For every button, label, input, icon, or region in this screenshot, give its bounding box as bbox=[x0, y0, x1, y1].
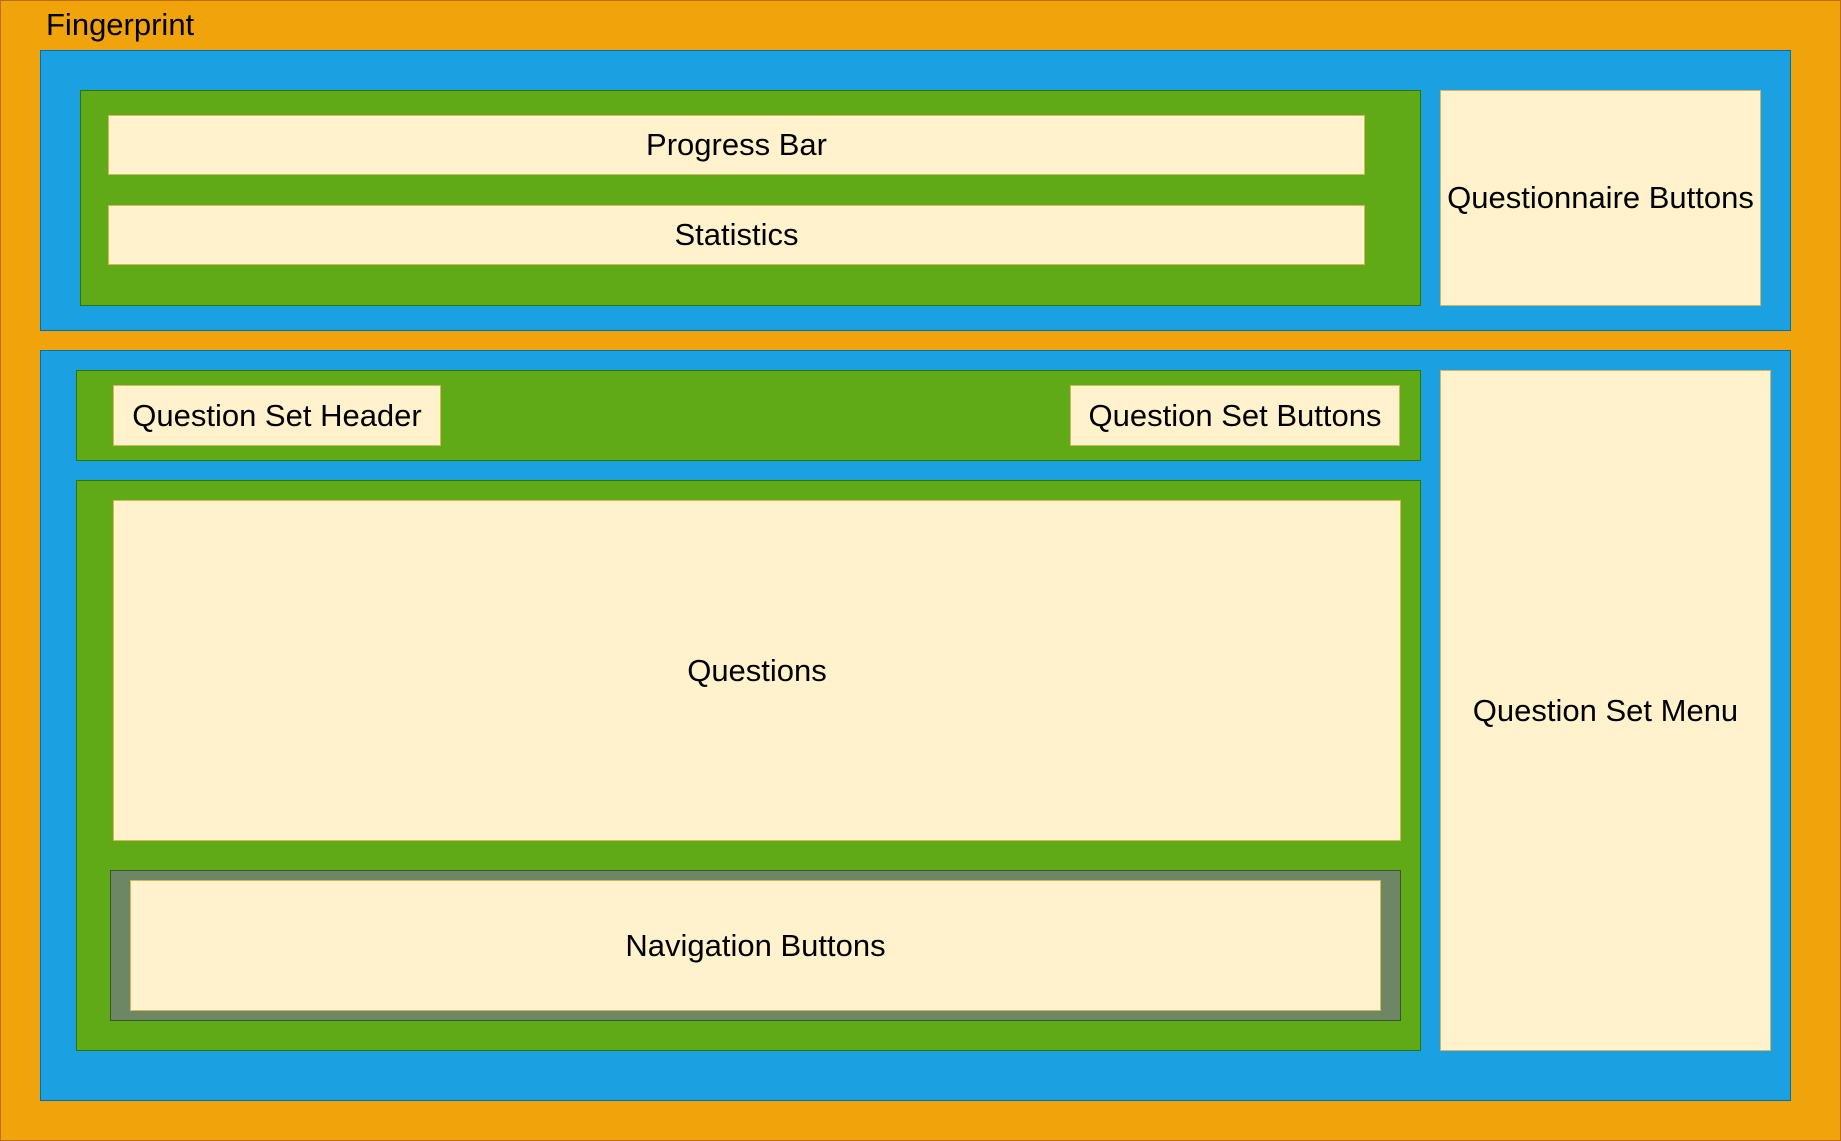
statistics-box: Statistics bbox=[108, 205, 1365, 265]
fingerprint-title: Fingerprint bbox=[46, 7, 195, 42]
question-set-menu-box: Question Set Menu bbox=[1440, 370, 1771, 1051]
progress-bar-box: Progress Bar bbox=[108, 115, 1365, 175]
question-set-buttons-box: Question Set Buttons bbox=[1070, 385, 1400, 446]
questions-box: Questions bbox=[113, 500, 1401, 841]
navigation-buttons-box: Navigation Buttons bbox=[130, 880, 1381, 1011]
question-set-header-box: Question Set Header bbox=[113, 385, 441, 446]
questionnaire-buttons-box: Questionnaire Buttons bbox=[1440, 90, 1761, 306]
